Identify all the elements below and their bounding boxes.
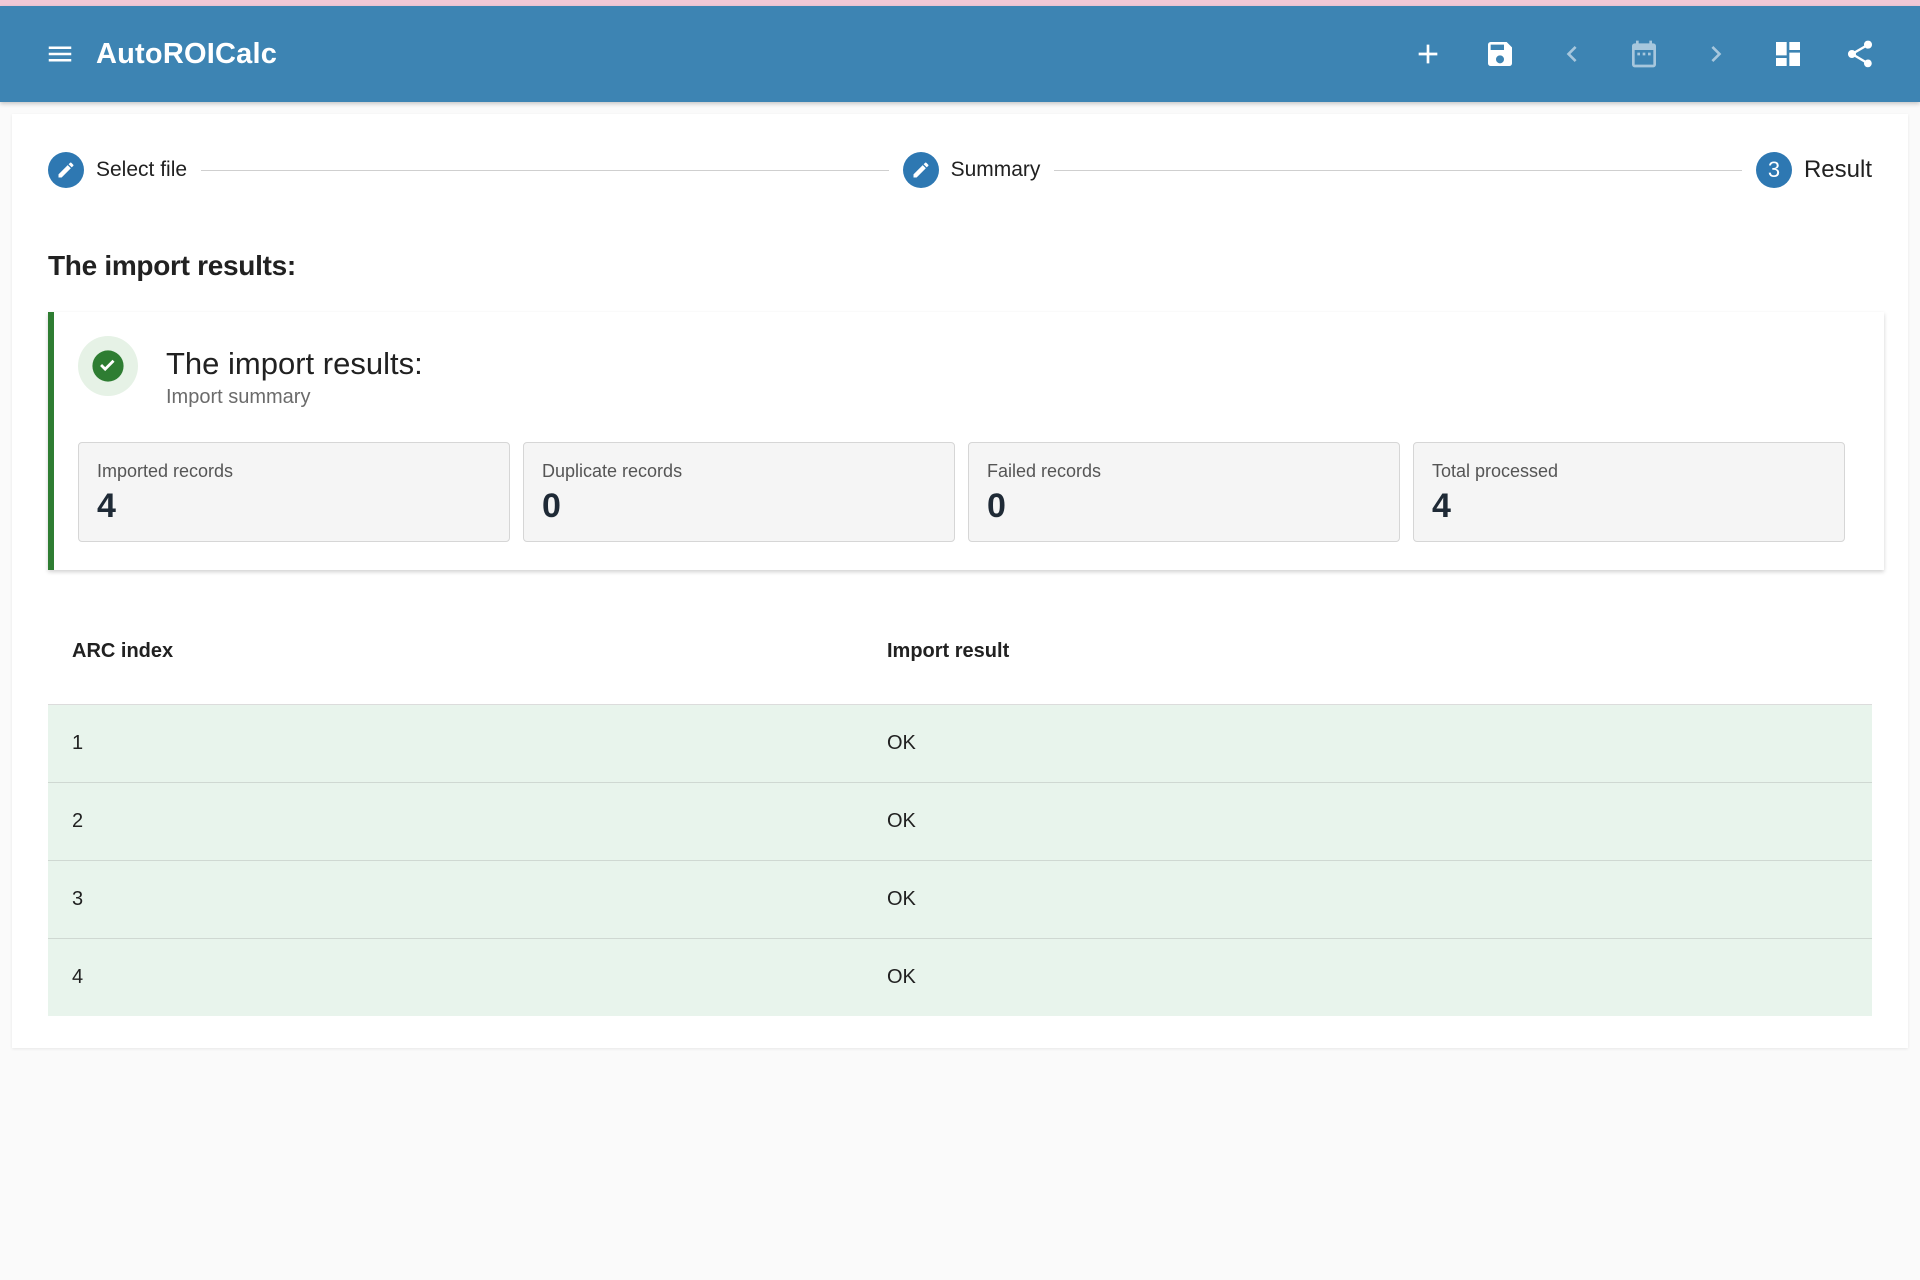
step-label: Result — [1803, 156, 1872, 183]
step-connector — [1054, 169, 1742, 171]
step-result[interactable]: 3 Result — [1755, 152, 1872, 188]
import-card: Select file Summary 3 Result The import … — [12, 114, 1908, 1048]
import-result-alert: The import results: Import summary Impor… — [48, 312, 1884, 570]
cell-arc-index: 4 — [72, 966, 84, 988]
save-icon — [1488, 42, 1512, 66]
stat-label: Imported records — [97, 461, 234, 481]
chevron-right-icon — [1711, 46, 1722, 62]
menu-button[interactable] — [44, 38, 76, 70]
app-bar: AutoROICalc — [0, 6, 1920, 102]
cell-import-result: OK — [887, 966, 916, 988]
next-button[interactable] — [1680, 18, 1752, 90]
chevron-left-icon — [1566, 46, 1577, 62]
stepper: Select file Summary 3 Result — [48, 150, 1872, 190]
cell-arc-index: 2 — [72, 810, 84, 832]
stats-row: Imported records 4 Duplicate records 0 F… — [78, 442, 1845, 542]
cell-import-result: OK — [887, 732, 916, 754]
share-icon — [1848, 40, 1872, 68]
stat-label: Duplicate records — [542, 461, 683, 481]
step-1-circle — [48, 152, 84, 188]
step-summary[interactable]: Summary — [902, 152, 1041, 188]
toolbar-actions — [1392, 18, 1896, 90]
results-table: ARC index Import result 1 OK 2 OK 3 OK 4… — [48, 598, 1872, 1016]
column-header-import-result[interactable]: Import result — [887, 640, 1872, 663]
stat-total-processed: Total processed 4 — [1413, 442, 1845, 542]
stat-label: Total processed — [1432, 461, 1559, 481]
page-title: The import results: — [48, 250, 296, 281]
share-button[interactable] — [1824, 18, 1896, 90]
table-row: 4 OK — [48, 939, 1872, 1016]
calendar-button[interactable] — [1608, 18, 1680, 90]
dashboard-icon — [1776, 42, 1800, 66]
previous-button[interactable] — [1536, 18, 1608, 90]
table-header: ARC index Import result — [48, 598, 1872, 705]
edit-icon — [913, 162, 929, 178]
add-icon — [1418, 44, 1438, 64]
cell-import-result: OK — [887, 810, 916, 832]
save-button[interactable] — [1464, 18, 1536, 90]
step-label: Select file — [96, 158, 188, 181]
alert-subtitle: Import summary — [166, 386, 311, 408]
step-2-circle — [902, 152, 939, 188]
table-row: 3 OK — [48, 861, 1872, 939]
calendar-icon — [1632, 40, 1656, 68]
stat-label: Failed records — [987, 461, 1102, 481]
step-select-file[interactable]: Select file — [48, 152, 187, 188]
table-row: 2 OK — [48, 783, 1872, 861]
stat-failed-records: Failed records 0 — [968, 442, 1400, 542]
stat-imported-records: Imported records 4 — [78, 442, 510, 542]
edit-icon — [58, 162, 74, 178]
step-label: Summary — [950, 158, 1041, 181]
menu-icon — [48, 46, 72, 62]
step-3-circle: 3 — [1755, 152, 1792, 188]
stat-value: 4 — [97, 487, 116, 525]
cell-import-result: OK — [887, 888, 916, 910]
app-title: AutoROICalc — [96, 37, 278, 70]
stat-value: 0 — [987, 487, 1006, 525]
add-button[interactable] — [1392, 18, 1464, 90]
cell-arc-index: 3 — [72, 888, 84, 910]
success-icon-wrap — [78, 336, 138, 396]
check-circle-icon — [92, 350, 124, 382]
stat-duplicate-records: Duplicate records 0 — [523, 442, 955, 542]
alert-title: The import results: — [166, 346, 423, 381]
stat-value: 4 — [1432, 487, 1451, 525]
table-row: 1 OK — [48, 705, 1872, 783]
dashboard-button[interactable] — [1752, 18, 1824, 90]
cell-arc-index: 1 — [72, 732, 84, 754]
column-header-arc-index[interactable]: ARC index — [48, 640, 887, 663]
stat-value: 0 — [542, 487, 561, 525]
step-connector — [201, 169, 889, 171]
